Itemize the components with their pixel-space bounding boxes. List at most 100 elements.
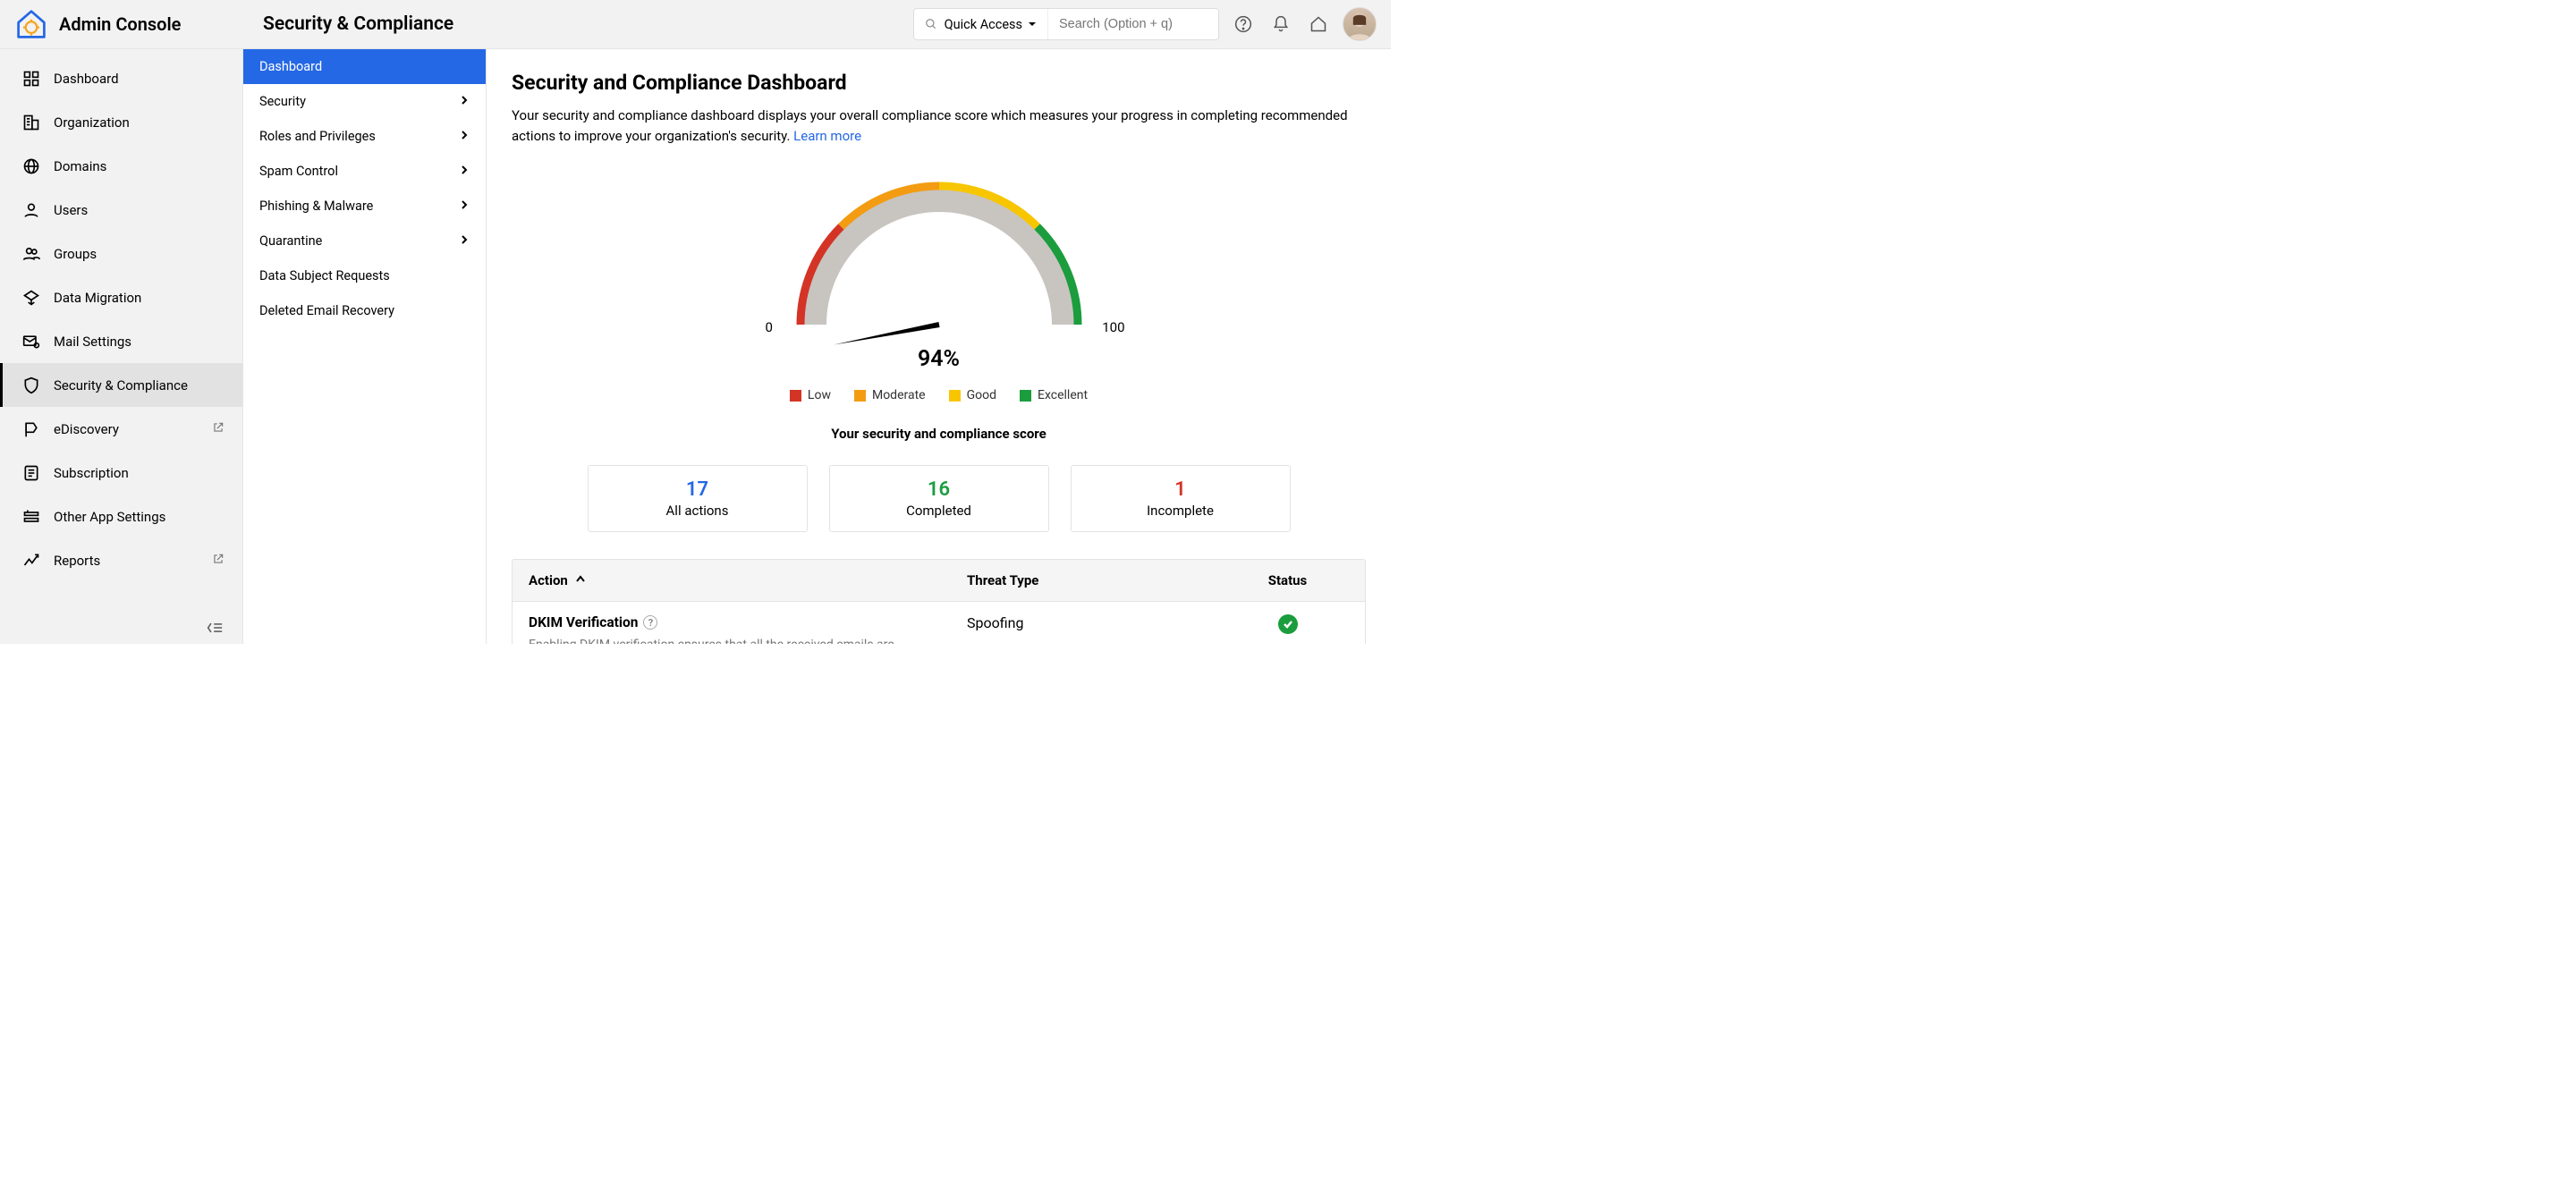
compliance-gauge: 0 100 [778,164,1100,351]
chevron-right-icon [459,129,470,144]
sidebar-item-label: Organization [54,114,130,131]
col-action[interactable]: Action [513,560,951,601]
home-icon[interactable] [1305,11,1332,38]
status-ok-icon [1278,614,1298,634]
app-logo [14,7,48,41]
sidebar-item-domains[interactable]: Domains [0,144,242,188]
sidebar-item-other-app-settings[interactable]: Other App Settings [0,495,242,538]
subnav-item-roles-and-privileges[interactable]: Roles and Privileges [243,119,486,154]
sidebar-item-reports[interactable]: Reports [0,538,242,582]
subnav-item-label: Spam Control [259,164,338,179]
learn-more-link[interactable]: Learn more [793,128,861,144]
chevron-right-icon [459,94,470,109]
actions-table: Action Threat Type Status DKIM Verificat… [512,559,1366,644]
legend-label: Moderate [872,388,926,402]
avatar[interactable] [1343,7,1377,41]
app-title: Admin Console [59,13,181,35]
sidebar-item-subscription[interactable]: Subscription [0,451,242,495]
legend-swatch [1020,390,1031,402]
ediscovery-icon [21,419,41,439]
col-threat[interactable]: Threat Type [951,560,1210,601]
subnav-item-quarantine[interactable]: Quarantine [243,224,486,258]
stat-card-completed[interactable]: 16 Completed [829,465,1049,532]
sidebar-item-groups[interactable]: Groups [0,232,242,275]
action-title: DKIM Verification ? [529,614,935,630]
sidebar-item-data-migration[interactable]: Data Migration [0,275,242,319]
sidebar-item-label: Mail Settings [54,334,131,350]
sidebar-item-label: Groups [54,246,97,262]
collapse-icon [207,622,223,634]
dashboard-title: Security and Compliance Dashboard [512,71,1366,95]
sidebar-item-label: Other App Settings [54,509,165,525]
header-left: Admin Console [0,7,243,41]
legend-label: Low [808,388,831,402]
gauge-max: 100 [1102,319,1124,335]
stat-card-incomplete[interactable]: 1Incomplete [1071,465,1291,532]
action-description: Enabling DKIM verification ensures that … [529,636,935,644]
shield-icon [21,376,41,395]
sidebar-item-ediscovery[interactable]: eDiscovery [0,407,242,451]
subnav-item-dashboard[interactable]: Dashboard [243,49,486,84]
search-input[interactable] [1048,8,1218,40]
info-icon[interactable]: ? [643,615,657,630]
stat-value: 17 [589,478,807,501]
search-group: Quick Access [913,8,1219,40]
search-icon [925,18,937,30]
chevron-right-icon [459,164,470,179]
gauge-min: 0 [766,319,773,335]
threat-type: Spoofing [951,602,1210,644]
table-header: Action Threat Type Status [513,560,1365,602]
apps-icon [21,507,41,527]
sort-asc-icon [575,574,586,585]
legend-swatch [949,390,961,402]
help-icon[interactable] [1230,11,1257,38]
sidebar-item-label: eDiscovery [54,421,119,437]
sidebar-item-mail-settings[interactable]: Mail Settings [0,319,242,363]
dashboard-description: Your security and compliance dashboard d… [512,106,1366,146]
sidebar-item-label: Security & Compliance [54,377,188,393]
user-icon [21,200,41,220]
external-link-icon [212,421,225,437]
reports-icon [21,551,41,571]
quick-access-label: Quick Access [945,17,1022,32]
sidebar-item-dashboard[interactable]: Dashboard [0,56,242,100]
chevron-right-icon [459,233,470,249]
quick-access-dropdown[interactable]: Quick Access [914,8,1048,40]
collapse-sidebar-button[interactable] [0,612,242,644]
subnav-item-phishing-malware[interactable]: Phishing & Malware [243,189,486,224]
legend-low: Low [790,388,831,402]
stat-label: All actions [589,503,807,519]
table-row[interactable]: DKIM Verification ? Enabling DKIM verific… [513,602,1365,644]
subnav-item-deleted-email-recovery[interactable]: Deleted Email Recovery [243,293,486,328]
sidebar-item-label: Users [54,202,88,218]
subnav-item-label: Dashboard [259,59,322,74]
sidebar-item-security-compliance[interactable]: Security & Compliance [0,363,242,407]
sidebar-item-organization[interactable]: Organization [0,100,242,144]
bell-icon[interactable] [1267,11,1294,38]
sidebar-item-label: Data Migration [54,290,141,306]
subnav-item-label: Data Subject Requests [259,268,390,283]
stat-value: 1 [1072,478,1290,501]
sidebar-item-users[interactable]: Users [0,188,242,232]
legend-label: Good [967,388,996,402]
col-status[interactable]: Status [1210,560,1365,601]
sidebar-item-label: Subscription [54,465,129,481]
stat-card-all-actions[interactable]: 17 All actions [588,465,808,532]
users-icon [21,244,41,264]
subnav-item-data-subject-requests[interactable]: Data Subject Requests [243,258,486,293]
external-link-icon [212,553,225,569]
sidebar-item-label: Dashboard [54,71,119,87]
chevron-right-icon [459,199,470,214]
stat-label: Completed [830,503,1048,519]
subnav-item-label: Quarantine [259,233,322,249]
subnav-item-spam-control[interactable]: Spam Control [243,154,486,189]
subnav-item-security[interactable]: Security [243,84,486,119]
main-content: Security and Compliance Dashboard Your s… [487,49,1391,644]
globe-icon [21,156,41,176]
sidebar-item-label: Domains [54,158,106,174]
legend-excellent: Excellent [1020,388,1088,402]
stat-value: 16 [830,478,1048,501]
legend-good: Good [949,388,996,402]
subnav-item-label: Security [259,94,306,109]
page-title-header: Security & Compliance [263,13,453,35]
